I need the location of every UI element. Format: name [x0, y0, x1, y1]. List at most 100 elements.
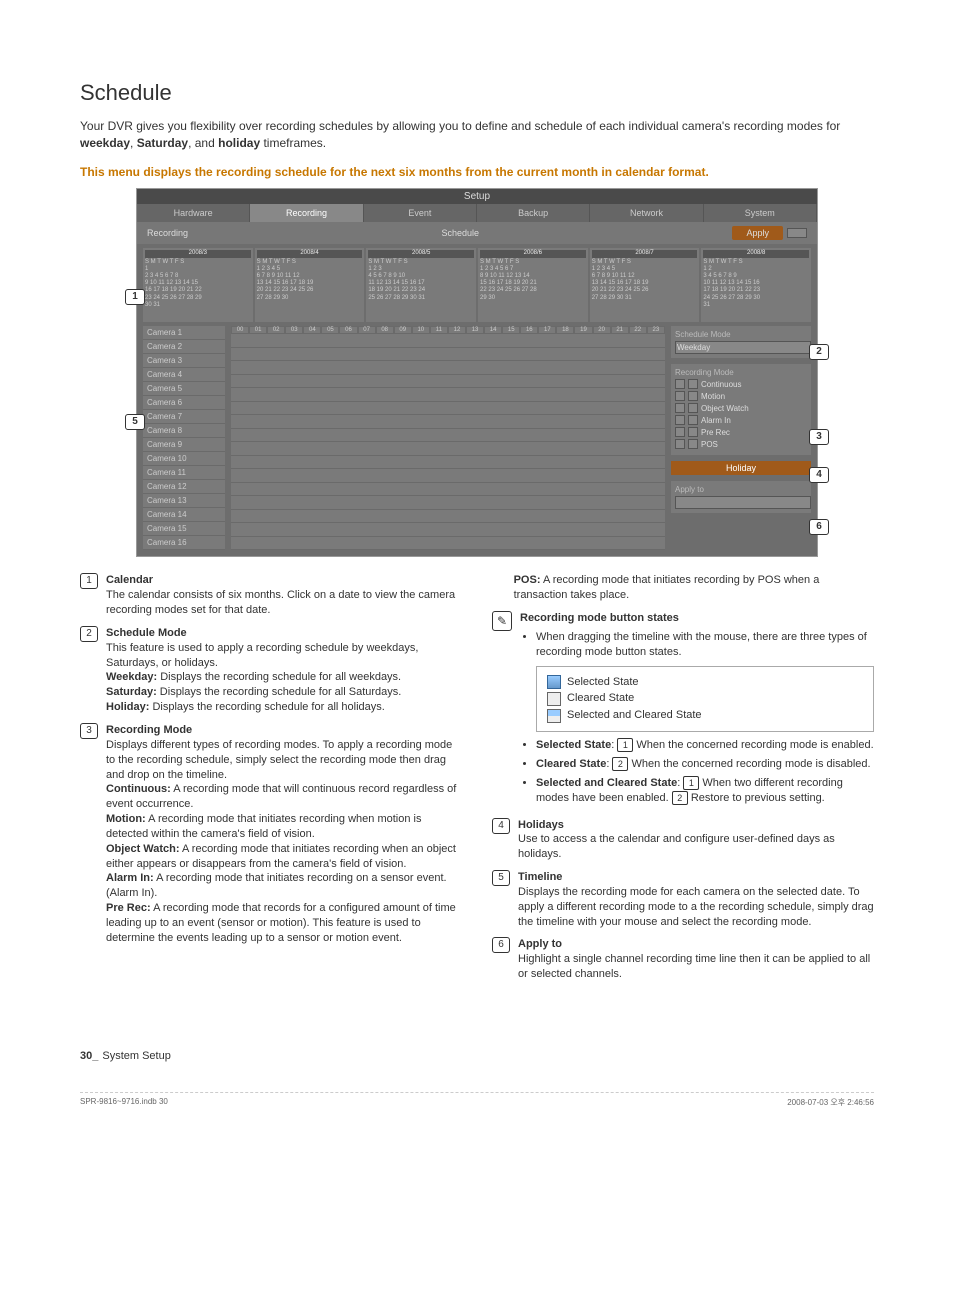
description-columns: 1 Calendar The calendar consists of six … [80, 573, 874, 990]
recmode-checkbox-b[interactable] [688, 379, 698, 389]
desc5-body: Displays the recording mode for each cam… [518, 886, 874, 928]
hour-cell: 22 [629, 326, 647, 334]
ss-label: Selected State [536, 739, 611, 751]
calendar-month[interactable]: 2008/6S M T W T F S1 2 3 4 5 6 78 9 10 1… [478, 248, 588, 322]
timeline-rows[interactable] [231, 334, 665, 550]
keyboard-icon[interactable] [787, 228, 807, 238]
timeline-grid[interactable]: 0001020304050607080910111213141516171819… [231, 326, 665, 550]
intro-holiday: holiday [218, 136, 260, 150]
recmode-row[interactable]: Object Watch [675, 403, 807, 413]
camera-row[interactable]: Camera 3 [143, 354, 225, 368]
camera-row[interactable]: Camera 12 [143, 480, 225, 494]
apply-to-select[interactable] [675, 496, 811, 509]
desc3-alarm-label: Alarm In: [106, 872, 154, 884]
marker-1: 1 [125, 289, 145, 305]
tab-backup[interactable]: Backup [477, 204, 590, 222]
timeline-row[interactable] [231, 361, 665, 375]
window-title: Setup [137, 189, 817, 204]
recmode-checkbox-b[interactable] [688, 403, 698, 413]
sc-text2: Restore to previous setting. [688, 792, 825, 804]
camera-row[interactable]: Camera 10 [143, 452, 225, 466]
recmode-checkbox-b[interactable] [688, 427, 698, 437]
recmode-row[interactable]: Continuous [675, 379, 807, 389]
tab-hardware[interactable]: Hardware [137, 204, 250, 222]
recmode-row[interactable]: Motion [675, 391, 807, 401]
calendar-month[interactable]: 2008/8S M T W T F S 1 23 4 5 6 7 8 910 1… [701, 248, 811, 322]
camera-row[interactable]: Camera 9 [143, 438, 225, 452]
recmode-row[interactable]: Pre Rec [675, 427, 807, 437]
recmode-checkbox-a[interactable] [675, 379, 685, 389]
calendar-month[interactable]: 2008/3S M T W T F S 12 3 4 5 6 7 89 10 1… [143, 248, 253, 322]
recmode-checkbox-a[interactable] [675, 403, 685, 413]
recmode-checkbox-a[interactable] [675, 439, 685, 449]
intro-pre: Your DVR gives you flexibility over reco… [80, 119, 840, 133]
timeline-row[interactable] [231, 537, 665, 551]
camera-row[interactable]: Camera 8 [143, 424, 225, 438]
holiday-button[interactable]: Holiday [671, 461, 811, 475]
cleared-label: Cleared State [567, 691, 634, 706]
camera-row[interactable]: Camera 15 [143, 522, 225, 536]
note-body: When dragging the timeline with the mous… [536, 631, 867, 658]
inline-1b: 1 [683, 776, 699, 790]
desc2-title: Schedule Mode [106, 627, 187, 639]
tab-event[interactable]: Event [364, 204, 477, 222]
timeline-row[interactable] [231, 510, 665, 524]
recmode-checkbox-b[interactable] [688, 439, 698, 449]
desc1-title: Calendar [106, 574, 153, 586]
main-tabs: Hardware Recording Event Backup Network … [137, 204, 817, 222]
calendar-month[interactable]: 2008/4S M T W T F S 1 2 3 4 56 7 8 9 10 … [255, 248, 365, 322]
recording-mode-box: Recording Mode ContinuousMotionObject Wa… [671, 364, 811, 455]
num-6: 6 [492, 937, 510, 953]
camera-row[interactable]: Camera 6 [143, 396, 225, 410]
inline-1a: 1 [617, 738, 633, 752]
num-5: 5 [492, 870, 510, 886]
camera-row[interactable]: Camera 1 [143, 326, 225, 340]
tab-network[interactable]: Network [590, 204, 703, 222]
hour-cell: 00 [231, 326, 249, 334]
camera-row[interactable]: Camera 5 [143, 382, 225, 396]
desc3-pos-label: POS: [514, 574, 541, 586]
recmode-checkbox-b[interactable] [688, 391, 698, 401]
timeline-row[interactable] [231, 469, 665, 483]
camera-row[interactable]: Camera 2 [143, 340, 225, 354]
recmode-checkbox-a[interactable] [675, 427, 685, 437]
recmode-checkbox-b[interactable] [688, 415, 698, 425]
camera-row[interactable]: Camera 13 [143, 494, 225, 508]
timeline-row[interactable] [231, 415, 665, 429]
camera-row[interactable]: Camera 4 [143, 368, 225, 382]
recmode-label: Continuous [701, 380, 741, 389]
recmode-row[interactable]: POS [675, 439, 807, 449]
timeline-row[interactable] [231, 523, 665, 537]
camera-row[interactable]: Camera 11 [143, 466, 225, 480]
apply-to-box: Apply to [671, 481, 811, 513]
calendar-month[interactable]: 2008/7S M T W T F S 1 2 3 4 56 7 8 9 10 … [590, 248, 700, 322]
timeline-row[interactable] [231, 375, 665, 389]
desc5-title: Timeline [518, 871, 562, 883]
timeline-row[interactable] [231, 348, 665, 362]
intro-text: Your DVR gives you flexibility over reco… [80, 118, 874, 152]
camera-row[interactable]: Camera 14 [143, 508, 225, 522]
timeline-row[interactable] [231, 456, 665, 470]
schedule-mode-select[interactable]: Weekday [675, 341, 811, 354]
timeline-row[interactable] [231, 402, 665, 416]
recmode-checkbox-a[interactable] [675, 415, 685, 425]
num-1: 1 [80, 573, 98, 589]
recmode-row[interactable]: Alarm In [675, 415, 807, 425]
desc2-weekday-label: Weekday: [106, 671, 157, 683]
recmode-checkbox-a[interactable] [675, 391, 685, 401]
intro-post: timeframes. [260, 136, 326, 150]
timeline-row[interactable] [231, 442, 665, 456]
hour-cell: 09 [394, 326, 412, 334]
camera-row[interactable]: Camera 16 [143, 536, 225, 550]
timeline-row[interactable] [231, 334, 665, 348]
timeline-row[interactable] [231, 388, 665, 402]
calendar-month[interactable]: 2008/5S M T W T F S 1 2 34 5 6 7 8 9 101… [366, 248, 476, 322]
timeline-row[interactable] [231, 496, 665, 510]
camera-row[interactable]: Camera 7 [143, 410, 225, 424]
timeline-row[interactable] [231, 429, 665, 443]
timeline-row[interactable] [231, 483, 665, 497]
tab-recording[interactable]: Recording [250, 204, 363, 222]
tab-system[interactable]: System [704, 204, 817, 222]
desc6-body: Highlight a single channel recording tim… [518, 953, 870, 980]
apply-button[interactable]: Apply [732, 226, 783, 240]
